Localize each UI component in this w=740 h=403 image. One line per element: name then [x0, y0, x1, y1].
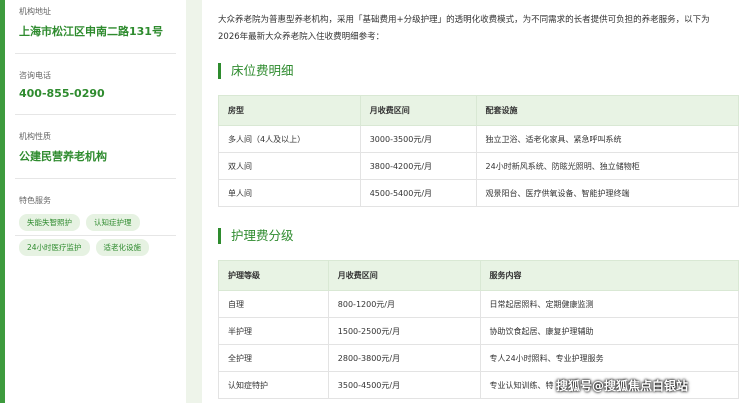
service-tag[interactable]: 失能失智照护 [19, 214, 80, 231]
table-cell: 日常起居照料、定期健康监测 [479, 290, 739, 318]
column-header: 配套设施 [475, 95, 740, 126]
table-cell: 3000-3500元/月 [359, 125, 477, 153]
table-cell: 半护理 [218, 317, 329, 345]
address-value: 上海市松江区申南二路131号 [19, 25, 163, 38]
phone-value[interactable]: 400-855-0290 [19, 87, 172, 100]
sidebar-divider [15, 235, 176, 236]
table-row: 单人间 4500-5400元/月 观景阳台、医疗供氧设备、智能护理终端 [218, 179, 740, 207]
table-header-row: 护理等级 月收费区间 服务内容 [218, 260, 739, 291]
bed-fee-table: 房型 月收费区间 配套设施 多人间（4人及以上） 3000-3500元/月 独立… [218, 95, 740, 207]
column-header: 房型 [218, 95, 361, 126]
nature-value: 公建民营养老机构 [19, 150, 107, 163]
nature-label: 机构性质 [19, 132, 51, 141]
table-cell: 专人24小时照料、专业护理服务 [479, 344, 739, 372]
table-cell: 单人间 [218, 179, 361, 207]
source-watermark: 搜狐号@搜狐焦点白银站 [556, 379, 689, 393]
table-row: 自理 800-1200元/月 日常起居照料、定期健康监测 [218, 290, 739, 318]
table-header-row: 房型 月收费区间 配套设施 [218, 95, 740, 126]
table-cell: 800-1200元/月 [327, 290, 481, 318]
column-header: 月收费区间 [359, 95, 477, 126]
table-cell: 2800-3800元/月 [327, 344, 481, 372]
table-cell: 全护理 [218, 344, 329, 372]
table-cell: 认知症特护 [218, 371, 329, 399]
table-row: 双人间 3800-4200元/月 24小时新风系统、防眩光照明、独立储物柜 [218, 152, 740, 180]
service-tag[interactable]: 适老化设施 [95, 239, 150, 256]
services-label: 特色服务 [19, 196, 51, 205]
table-cell: 3500-4500元/月 [327, 371, 481, 399]
table-row: 多人间（4人及以上） 3000-3500元/月 独立卫浴、适老化家具、紧急呼叫系… [218, 125, 740, 153]
main-content: 大众养老院为普惠型养老机构，采用「基础费用+分级护理」的透明化收费模式，为不同需… [202, 0, 740, 403]
bed-fee-section-title: 床位费明细 [218, 63, 294, 79]
table-cell: 1500-2500元/月 [327, 317, 481, 345]
phone-label: 咨询电话 [19, 71, 51, 80]
table-row: 半护理 1500-2500元/月 协助饮食起居、康复护理辅助 [218, 317, 739, 345]
column-gap [186, 0, 202, 403]
table-cell: 3800-4200元/月 [359, 152, 477, 180]
column-header: 服务内容 [479, 260, 739, 291]
table-cell: 多人间（4人及以上） [218, 125, 361, 153]
table-row: 全护理 2800-3800元/月 专人24小时照料、专业护理服务 [218, 344, 739, 372]
intro-paragraph: 大众养老院为普惠型养老机构，采用「基础费用+分级护理」的透明化收费模式，为不同需… [218, 15, 710, 42]
address-label: 机构地址 [19, 7, 51, 16]
table-cell: 协助饮食起居、康复护理辅助 [479, 317, 739, 345]
service-tag[interactable]: 24小时医疗监护 [19, 239, 90, 256]
care-fee-section-title: 护理费分级 [218, 228, 294, 244]
column-header: 月收费区间 [327, 260, 481, 291]
service-tag[interactable]: 认知症护理 [86, 214, 140, 231]
table-cell: 自理 [218, 290, 329, 318]
table-cell: 独立卫浴、适老化家具、紧急呼叫系统 [475, 125, 740, 153]
table-cell: 双人间 [218, 152, 361, 180]
institution-info-sidebar: 机构地址 上海市松江区申南二路131号 咨询电话 400-855-0290 机构… [5, 0, 186, 403]
column-header: 护理等级 [218, 260, 329, 291]
table-cell: 观景阳台、医疗供氧设备、智能护理终端 [475, 179, 740, 207]
table-cell: 4500-5400元/月 [359, 179, 477, 207]
table-cell: 24小时新风系统、防眩光照明、独立储物柜 [475, 152, 740, 180]
